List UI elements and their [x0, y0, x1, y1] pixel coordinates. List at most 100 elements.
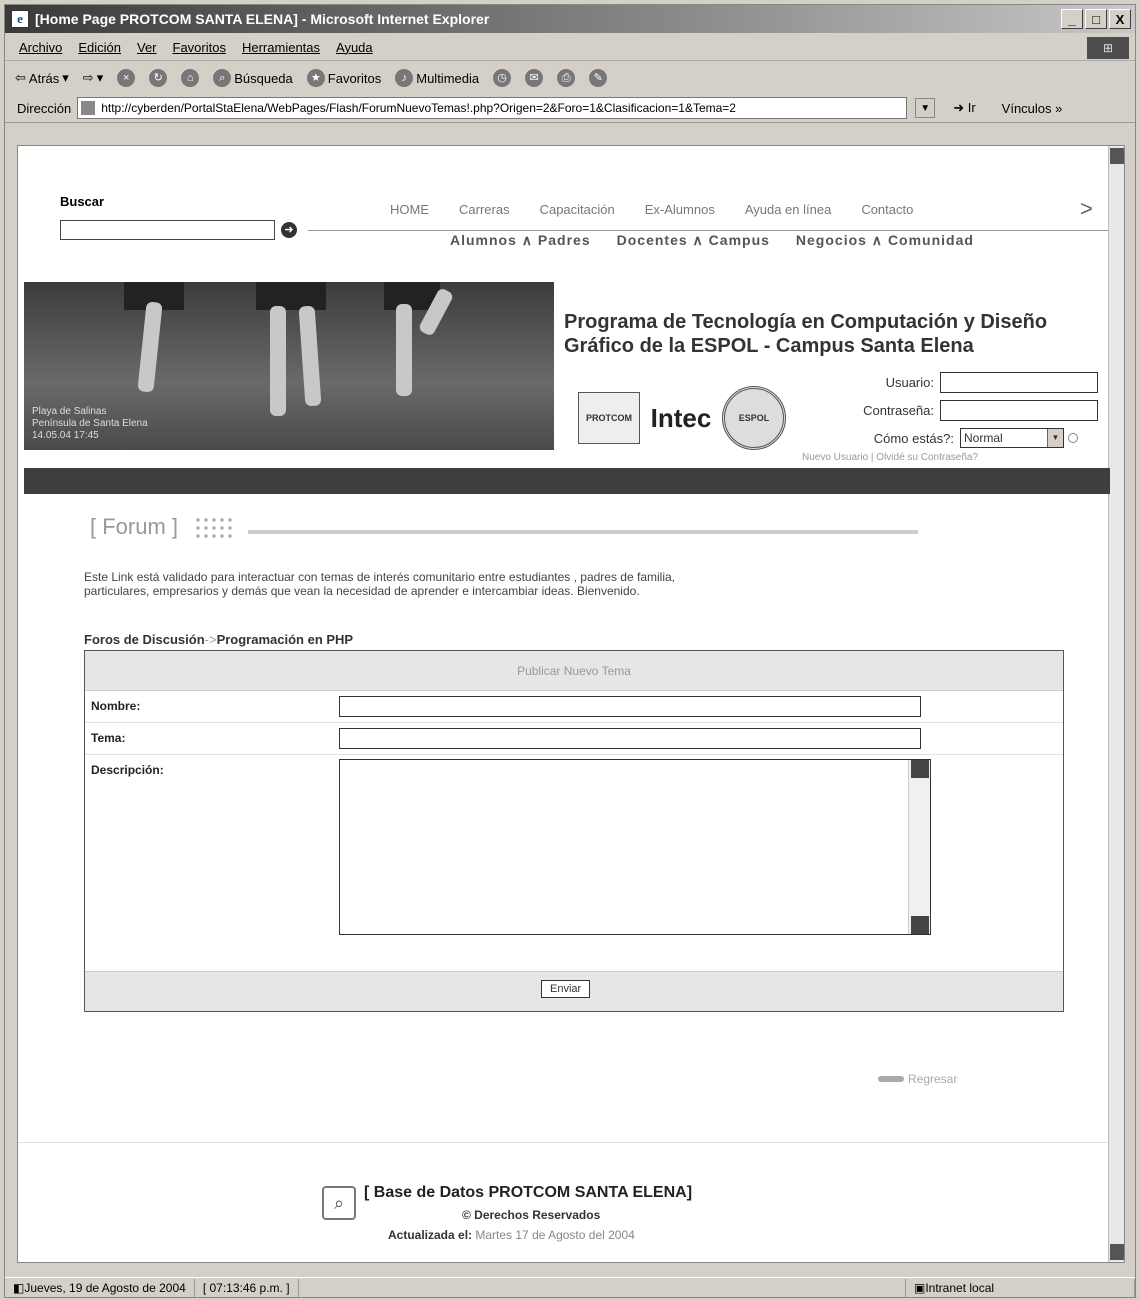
status-zone-text: Intranet local [925, 1280, 995, 1295]
intec-logo: Intec [650, 402, 712, 433]
scroll-up-icon[interactable] [1110, 148, 1124, 164]
address-dropdown-icon[interactable]: ▼ [915, 98, 936, 118]
new-topic-form: Publicar Nuevo Tema Nombre: Tema: Descri… [84, 650, 1064, 1012]
page-viewport: Buscar ➜ HOME Carreras Capacitación Ex-A… [17, 145, 1125, 1263]
user-input[interactable] [940, 371, 1098, 393]
print-icon[interactable]: ⎙ [557, 69, 576, 87]
address-url: http://cyberden/PortalStaElena/WebPages/… [101, 101, 736, 115]
photo-figure [256, 282, 326, 310]
links-button[interactable]: Vínculos » [1002, 101, 1063, 116]
refresh-icon[interactable]: ↻ [149, 69, 168, 87]
scroll-down-icon[interactable] [1110, 1244, 1124, 1260]
database-search-icon: ⌕ [322, 1186, 356, 1220]
login-go-icon[interactable] [1068, 433, 1078, 443]
header-divider-bar [24, 468, 1110, 494]
top-nav: HOME Carreras Capacitación Ex-Alumnos Ay… [390, 202, 913, 217]
menu-ver[interactable]: Ver [137, 40, 157, 55]
scroll-up-icon[interactable] [911, 760, 929, 778]
textarea-scrollbar[interactable] [908, 760, 930, 934]
vertical-scrollbar[interactable] [1108, 146, 1124, 1262]
scroll-down-icon[interactable] [911, 916, 929, 934]
search-button[interactable]: ⌕ Búsqueda [213, 69, 293, 87]
topic-label: Tema: [91, 731, 126, 745]
form-submit-bar: Enviar [85, 971, 1063, 1011]
close-button[interactable]: X [1109, 9, 1131, 29]
updated-value: Martes 17 de Agosto del 2004 [475, 1228, 635, 1242]
nav-capacitacion[interactable]: Capacitación [540, 202, 615, 217]
forward-button[interactable]: ⇨ ▾ [83, 70, 103, 86]
mood-select[interactable]: Normal ▼ [960, 428, 1064, 448]
subnav-alumnos-padres[interactable]: Alumnos ∧ Padres [450, 232, 591, 249]
banner-caption: Playa de Salinas Península de Santa Elen… [32, 406, 148, 442]
browser-window: e [Home Page PROTCOM SANTA ELENA] - Micr… [4, 4, 1136, 1298]
status-time: [ 07:13:46 p.m. ] [195, 1278, 299, 1297]
status-date: ◧ Jueves, 19 de Agosto de 2004 [5, 1278, 195, 1297]
minimize-button[interactable]: _ [1061, 9, 1083, 29]
go-button[interactable]: ➜ Ir [953, 100, 975, 116]
name-input[interactable] [339, 696, 921, 717]
breadcrumb-separator: -> [204, 632, 217, 647]
back-arrow-icon [878, 1076, 904, 1082]
nav-contacto[interactable]: Contacto [861, 202, 913, 217]
go-arrow-icon: ➜ [953, 100, 965, 115]
stop-icon[interactable]: × [117, 69, 136, 87]
windows-flag-icon: ⊞ [1087, 37, 1129, 59]
page-icon [81, 101, 96, 115]
name-label: Nombre: [91, 699, 141, 713]
caption-line: Playa de Salinas [32, 406, 107, 417]
subnav-negocios-comunidad[interactable]: Negocios ∧ Comunidad [796, 232, 974, 249]
nav-ayuda[interactable]: Ayuda en línea [745, 202, 832, 217]
nav-home[interactable]: HOME [390, 202, 429, 217]
photo-leg [137, 301, 163, 393]
topic-input[interactable] [339, 728, 921, 749]
photo-leg [396, 304, 412, 396]
password-input[interactable] [940, 399, 1098, 421]
search-label: Búsqueda [234, 70, 293, 86]
toolbar: ⇦ Atrás ▾ ⇨ ▾ × ↻ ⌂ ⌕ Búsqueda ★ Favoritos … [5, 63, 1135, 123]
account-links[interactable]: Nuevo Usuario | Olvidé su Contraseña? [802, 452, 978, 463]
back-link-label: Regresar [908, 1072, 958, 1086]
description-textarea[interactable] [339, 759, 931, 935]
footer-copyright: © Derechos Reservados [462, 1208, 601, 1222]
window-controls: _ □ X [1061, 9, 1131, 29]
multimedia-label: Multimedia [416, 70, 480, 86]
address-bar: Dirección http://cyberden/PortalStaElena… [5, 93, 1135, 123]
search-icon: ⌕ [213, 69, 232, 87]
nav-carreras[interactable]: Carreras [459, 202, 510, 217]
breadcrumb-foros[interactable]: Foros de Discusión [84, 632, 205, 647]
favorites-icon: ★ [306, 69, 325, 87]
mood-value: Normal [964, 431, 1003, 445]
back-button[interactable]: ⇦ Atrás ▾ [15, 70, 69, 86]
description-row: Descripción: [85, 755, 1063, 965]
nav-more-arrow-icon[interactable]: > [1080, 196, 1093, 222]
address-input[interactable]: http://cyberden/PortalStaElena/WebPages/… [77, 97, 908, 119]
menu-herramientas[interactable]: Herramientas [242, 40, 320, 55]
nav-ex-alumnos[interactable]: Ex-Alumnos [645, 202, 715, 217]
menu-favoritos[interactable]: Favoritos [173, 40, 226, 55]
home-icon[interactable]: ⌂ [181, 69, 200, 87]
form-heading: Publicar Nuevo Tema [85, 651, 1063, 691]
updated-label: Actualizada el: [388, 1228, 473, 1242]
title-bar: e [Home Page PROTCOM SANTA ELENA] - Micr… [5, 5, 1135, 33]
menu-archivo[interactable]: Archivo [19, 40, 62, 55]
topic-row: Tema: [85, 723, 1063, 755]
multimedia-icon: ♪ [395, 69, 414, 87]
multimedia-button[interactable]: ♪ Multimedia [395, 69, 479, 87]
search-go-icon[interactable]: ➜ [281, 222, 297, 238]
name-row: Nombre: [85, 691, 1063, 723]
site-search-input[interactable] [60, 220, 275, 240]
menu-edicion[interactable]: Edición [78, 40, 121, 55]
favorites-button[interactable]: ★ Favoritos [306, 69, 381, 87]
breadcrumb-php[interactable]: Programación en PHP [217, 632, 354, 647]
mail-icon[interactable]: ✉ [525, 69, 544, 87]
maximize-button[interactable]: □ [1085, 9, 1107, 29]
status-bar: ◧ Jueves, 19 de Agosto de 2004 [ 07:13:4… [5, 1277, 1135, 1297]
send-button[interactable]: Enviar [541, 980, 591, 998]
description-label: Descripción: [91, 763, 164, 777]
back-link[interactable]: Regresar [878, 1072, 957, 1086]
edit-icon[interactable]: ✎ [589, 69, 608, 87]
history-icon[interactable]: ◷ [493, 69, 512, 87]
program-title: Programa de Tecnología en Computación y … [564, 311, 1048, 357]
subnav-docentes-campus[interactable]: Docentes ∧ Campus [617, 232, 770, 249]
menu-ayuda[interactable]: Ayuda [336, 40, 373, 55]
